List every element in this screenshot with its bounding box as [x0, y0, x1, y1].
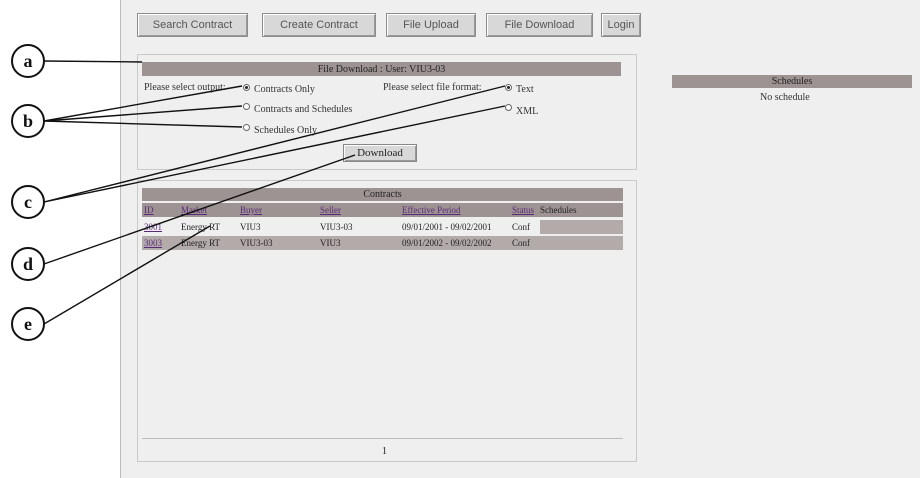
callout-line-a — [43, 60, 143, 63]
callout-b: b — [11, 104, 45, 138]
callout-line-d — [43, 154, 356, 265]
callout-e: e — [11, 307, 45, 341]
callout-line-c2 — [43, 105, 506, 203]
callout-line-b1 — [43, 85, 243, 122]
callout-c: c — [11, 185, 45, 219]
callout-line-b2 — [43, 105, 243, 122]
callout-line-b3 — [43, 120, 243, 128]
callout-line-c1 — [43, 85, 506, 203]
callout-line-e — [43, 225, 211, 325]
callout-d: d — [11, 247, 45, 281]
callout-a: a — [11, 44, 45, 78]
callout-lines — [43, 60, 506, 325]
